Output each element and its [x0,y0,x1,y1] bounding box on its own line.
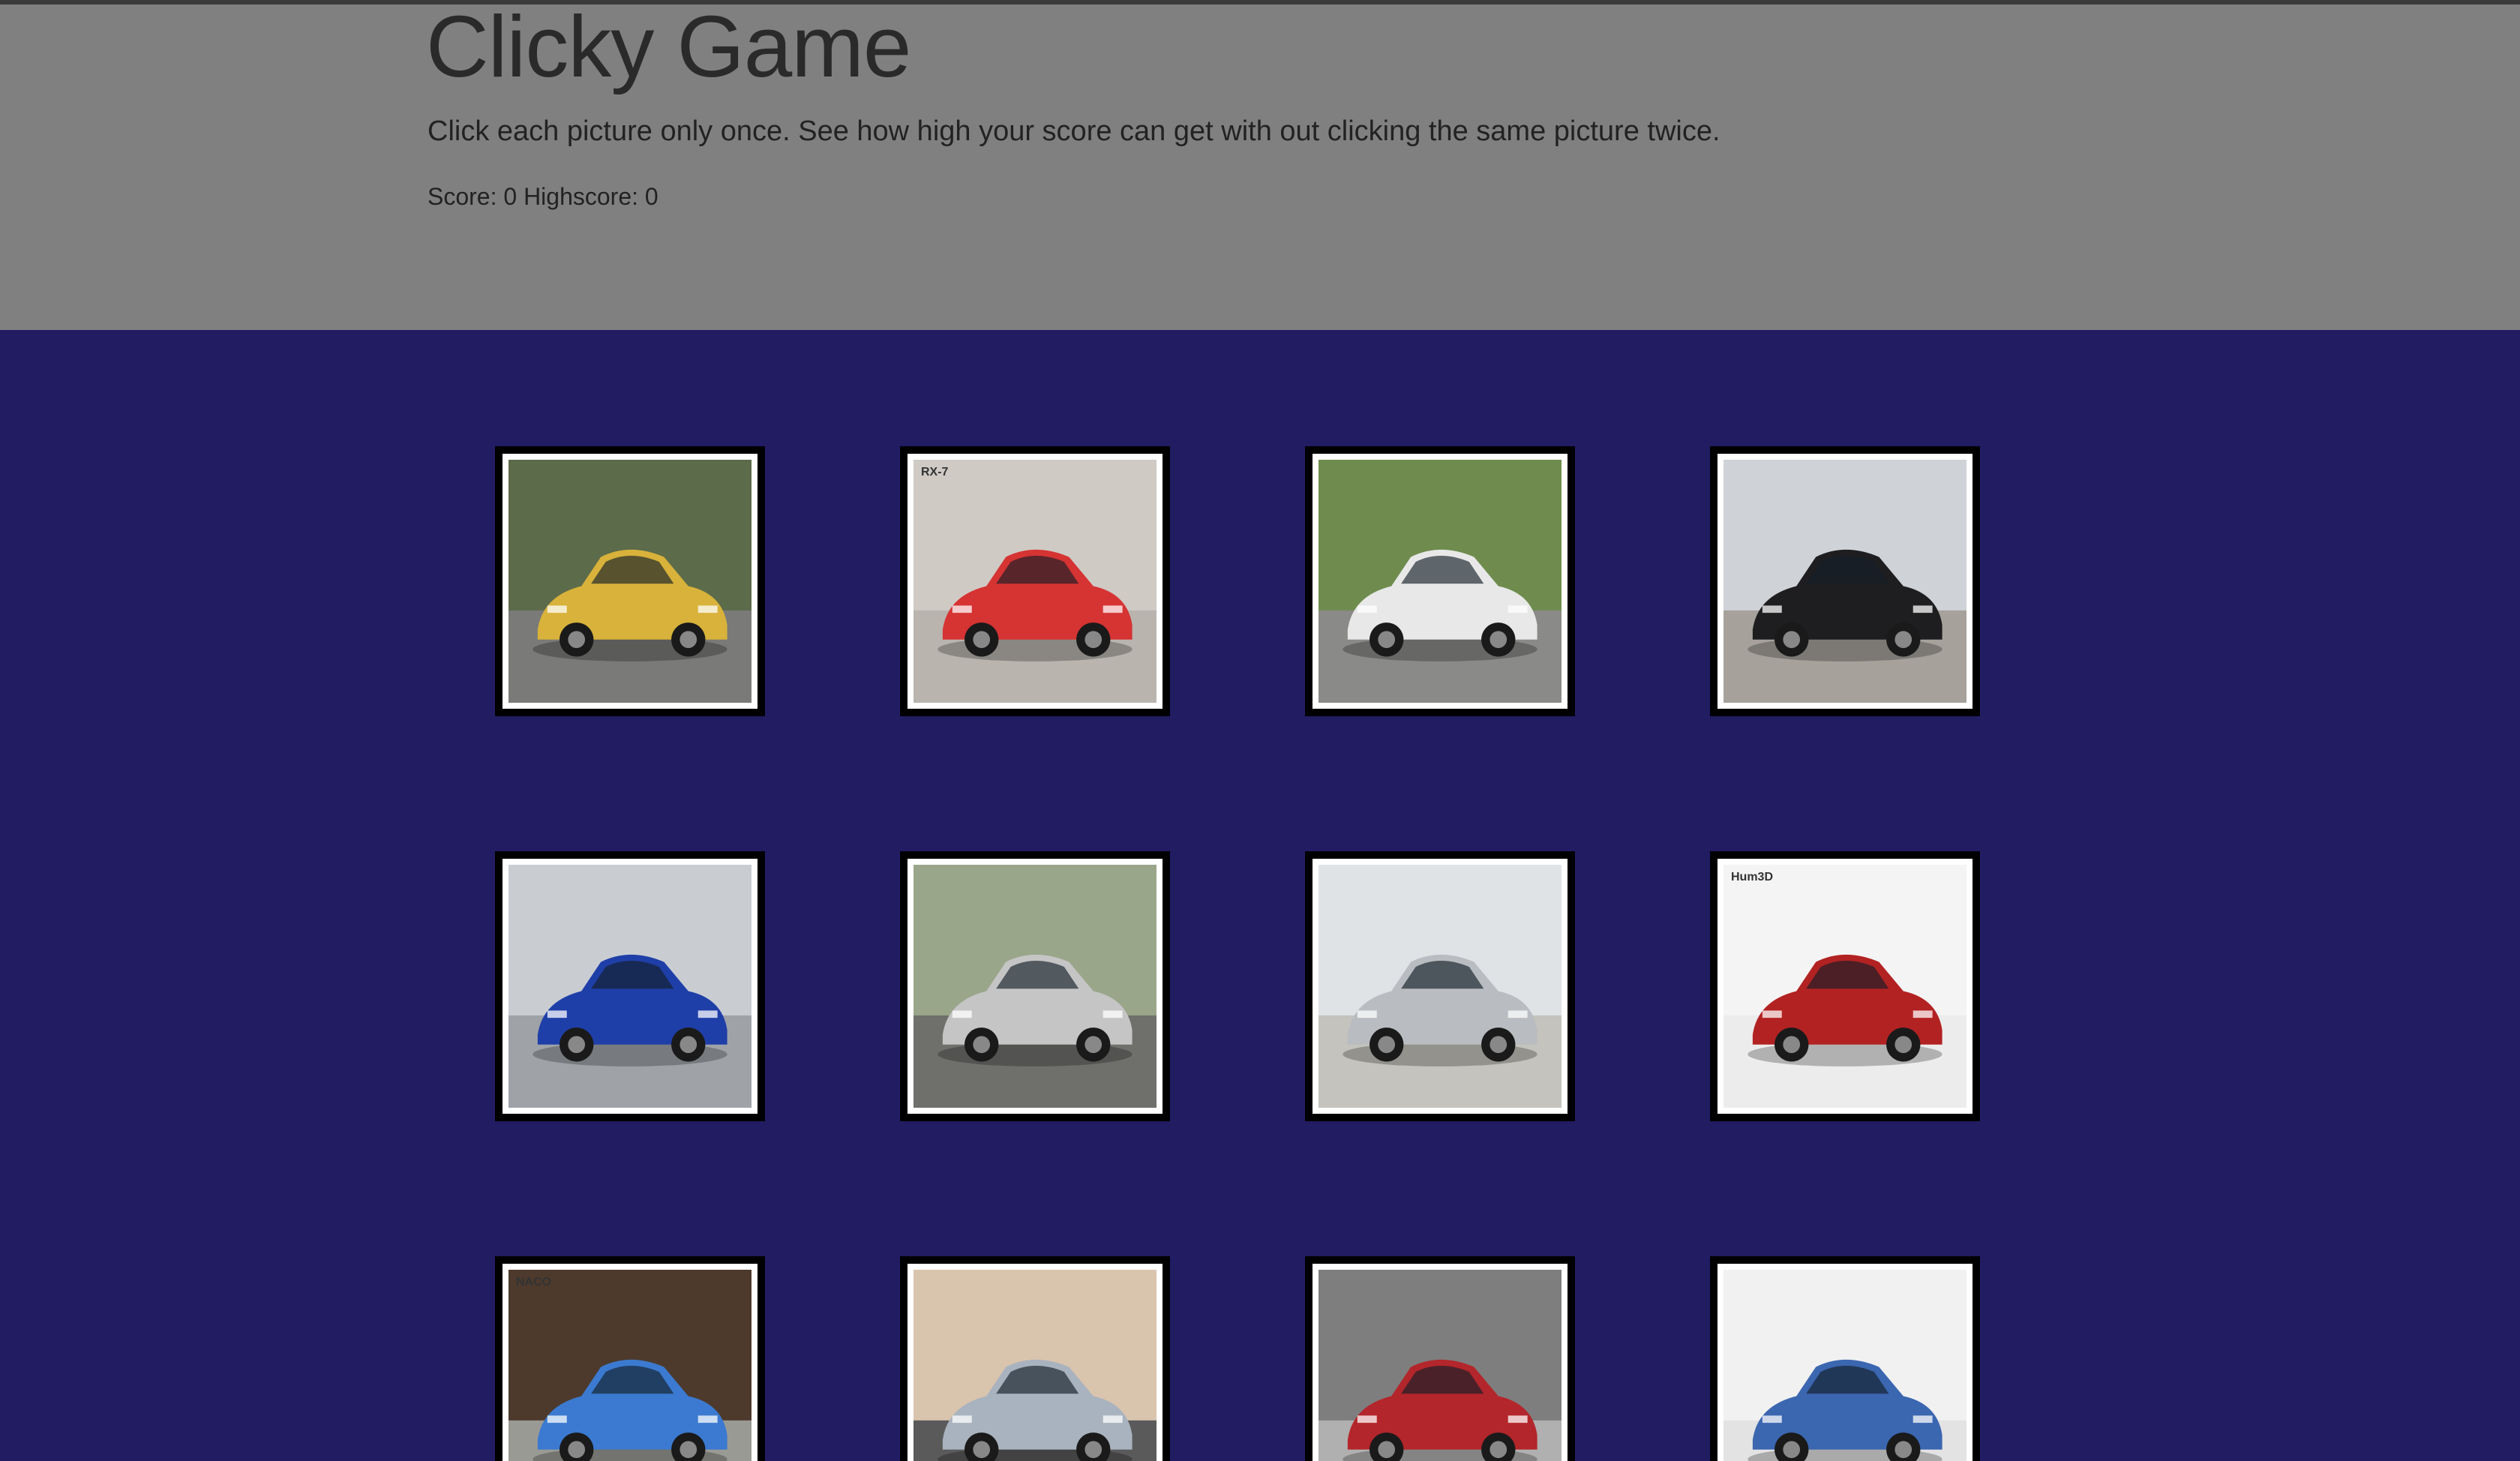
score-label: Score: [428,183,497,210]
jumbotron-header: Clicky Game Click each picture only once… [0,0,2520,330]
card-frame [908,1264,1162,1461]
card-red-classic-bmw[interactable] [1305,1256,1575,1461]
car-image-caption: Hum3D [1731,871,1774,884]
card-frame [502,859,758,1114]
car-image-caption: NACO [516,1276,552,1288]
car-image [508,460,752,703]
car-image [1724,1270,1966,1461]
card-black-sedan[interactable] [1710,446,1980,716]
card-blue-bmw[interactable]: NACO [495,1256,765,1461]
card-frame [1312,454,1568,709]
highscore-value: 0 [644,183,658,210]
instructions-text: Click each picture only once. See how hi… [428,116,1720,147]
card-frame: RX-7 [908,454,1162,709]
car-image-caption: RX-7 [921,466,949,478]
car-image: NACO [508,1270,752,1461]
card-frame: NACO [502,1264,758,1461]
card-yellow-suv[interactable] [495,446,765,716]
car-image [1318,865,1562,1108]
highscore-label: Highscore: [524,183,639,210]
score-value: 0 [503,183,518,210]
car-image [1724,460,1966,703]
card-red-mustang[interactable]: Hum3D [1710,851,1980,1121]
car-image: Hum3D [1724,865,1966,1108]
card-silver-jaguar[interactable] [900,1256,1170,1461]
score-display: Score: 0 Highscore: 0 [428,182,658,212]
card-frame [908,859,1162,1114]
card-frame: Hum3D [1718,859,1972,1114]
card-red-sports-car[interactable]: RX-7 [900,446,1170,716]
car-image: RX-7 [914,460,1156,703]
page-title: Clicky Game [426,0,911,95]
card-silver-gtr[interactable] [1305,851,1575,1121]
card-frame [1312,1264,1568,1461]
card-frame [502,454,758,709]
car-image [914,1270,1156,1461]
card-blue-sports-car[interactable] [495,851,765,1121]
card-frame [1312,859,1568,1114]
card-white-sedan[interactable] [1305,446,1575,716]
card-frame [1718,1264,1972,1461]
car-image [1318,1270,1562,1461]
card-frame [1718,454,1972,709]
card-blue-hatchback[interactable] [1710,1256,1980,1461]
card-silver-coupe[interactable] [900,851,1170,1121]
car-image [1318,460,1562,703]
car-image [914,865,1156,1108]
car-image [508,865,752,1108]
